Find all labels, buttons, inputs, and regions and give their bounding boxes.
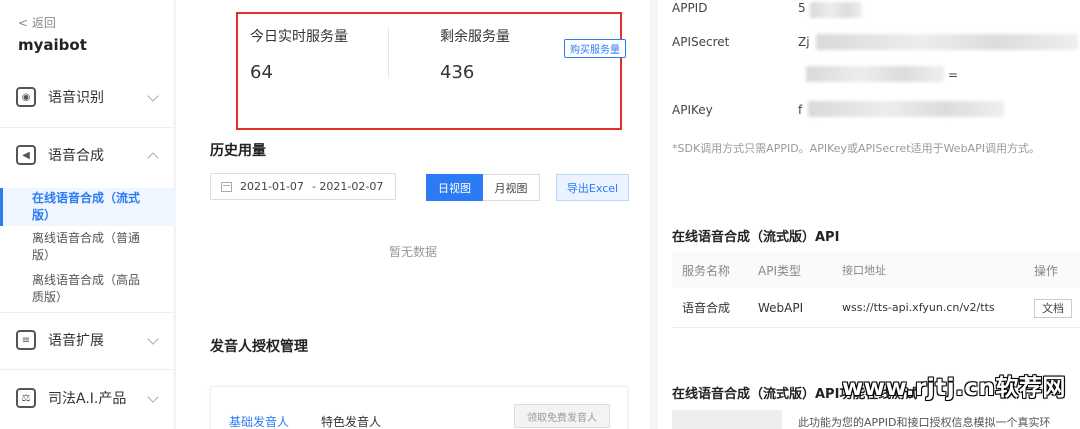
apisecret-value: Zj [798, 35, 810, 49]
speech-recognition-icon: ◉ [16, 87, 36, 107]
divider [0, 127, 175, 128]
history-title: 历史用量 [210, 143, 266, 159]
api-table: 服务名称 API类型 接口地址 操作 语音合成 WebAPI wss://tts… [672, 252, 1080, 328]
stat-remaining-value: 436 [440, 62, 475, 83]
sidebar-item-offline-tts-standard[interactable]: 离线语音合成（普通版） [0, 230, 175, 264]
stat-today: 今日实时服务量 64 [250, 26, 348, 83]
redaction-blur [806, 66, 944, 82]
nav-group-label: 语音扩展 [48, 333, 104, 349]
stats-box: 今日实时服务量 64 剩余服务量 436 购买服务量 [236, 12, 626, 130]
chevron-down-icon [147, 391, 159, 403]
chevron-down-icon [147, 90, 159, 102]
app-name: myaibot [18, 36, 87, 54]
stat-today-value: 64 [250, 62, 273, 83]
chevron-up-icon [147, 152, 159, 164]
date-range-picker[interactable]: 2021-01-07 - 2021-02-07 [210, 173, 396, 200]
sdk-note: *SDK调用方式只需APPID。APIKey或APISecret适用于WebAP… [672, 142, 1040, 155]
apikey-value: f [798, 103, 803, 117]
sidebar: < 返回 myaibot ◉ 语音识别 ◀ 语音合成 在线语音合成（流式版） 离… [0, 0, 175, 429]
sidebar-item-offline-tts-hq[interactable]: 离线语音合成（高品质版） [0, 272, 175, 306]
cell-api-type: WebAPI [758, 300, 804, 315]
date-start: 2021-01-07 [240, 180, 304, 193]
site-watermark: www.rjtj.cn软荐网 [842, 375, 1066, 401]
col-api-url: 接口地址 [842, 264, 886, 277]
view-toggle: 日视图 月视图 [426, 174, 540, 201]
nav-group-label: 语音识别 [48, 90, 104, 106]
stat-today-label: 今日实时服务量 [250, 29, 348, 45]
nav-group-label: 司法A.I.产品 [48, 391, 127, 407]
divider [0, 312, 175, 313]
claim-free-speaker-button[interactable]: 领取免费发音人 [514, 404, 610, 428]
empty-state: 暂无数据 [388, 245, 437, 259]
col-action: 操作 [1034, 263, 1059, 278]
apisecret-tail: = [948, 68, 959, 82]
redaction-blur [810, 2, 862, 18]
api-title: 在线语音合成（流式版）API [672, 230, 840, 245]
credentials-panel: APPID 5 APISecret Zj = APIKey f *SDK调用方式… [650, 0, 1080, 429]
back-link[interactable]: < 返回 [18, 14, 56, 31]
judicial-ai-icon: ⚖ [16, 388, 36, 408]
speech-synthesis-icon: ◀ [16, 145, 36, 165]
doc-button[interactable]: 文档 [1034, 298, 1072, 318]
chevron-down-icon [147, 333, 159, 345]
cell-api-url: wss://tts-api.xfyun.cn/v2/tts [842, 301, 995, 314]
redaction-blur [808, 101, 1004, 117]
month-view-button[interactable]: 月视图 [483, 174, 540, 201]
stat-separator [388, 28, 389, 78]
main-panel: 今日实时服务量 64 剩余服务量 436 购买服务量 历史用量 2021-01-… [176, 0, 650, 429]
col-api-type: API类型 [758, 263, 801, 278]
calendar-icon [221, 181, 232, 192]
speaker-card: 基础发音人 特色发音人 领取免费发音人 [210, 386, 628, 429]
speaker-title: 发音人授权管理 [210, 339, 308, 355]
nav-group-speech-synthesis[interactable]: ◀ 语音合成 [0, 132, 175, 178]
table-row: 语音合成 WebAPI wss://tts-api.xfyun.cn/v2/tt… [672, 288, 1080, 328]
date-end: - 2021-02-07 [311, 180, 384, 193]
speech-extension-icon: ≡ [16, 330, 36, 350]
divider [0, 369, 175, 370]
tab-basic-speaker[interactable]: 基础发音人 [229, 413, 289, 429]
stat-remaining: 剩余服务量 436 [440, 26, 510, 83]
export-excel-button[interactable]: 导出Excel [556, 174, 629, 201]
stat-remaining-label: 剩余服务量 [440, 29, 510, 45]
col-service-name: 服务名称 [682, 263, 731, 278]
cell-action: 文档 [1034, 298, 1080, 318]
appid-value: 5 [798, 1, 806, 15]
cell-service-name: 语音合成 [682, 301, 731, 315]
apikey-label: APIKey [672, 103, 713, 117]
tab-special-speaker[interactable]: 特色发音人 [321, 413, 381, 429]
sidebar-item-online-tts[interactable]: 在线语音合成（流式版） [0, 188, 175, 226]
test-preview-image [672, 410, 782, 429]
appid-label: APPID [672, 1, 708, 15]
nav-group-speech-recognition[interactable]: ◉ 语音识别 [0, 74, 175, 120]
test-description: 此功能为您的APPID和接口授权信息模拟一个真实环 [798, 416, 1051, 429]
api-table-header: 服务名称 API类型 接口地址 操作 [672, 252, 1080, 288]
buy-service-button[interactable]: 购买服务量 [564, 39, 626, 58]
nav-group-speech-extension[interactable]: ≡ 语音扩展 [0, 317, 175, 363]
redaction-blur [816, 34, 1078, 50]
day-view-button[interactable]: 日视图 [426, 174, 483, 201]
nav-group-label: 语音合成 [48, 148, 104, 164]
nav-group-judicial-ai[interactable]: ⚖ 司法A.I.产品 [0, 375, 175, 421]
apisecret-label: APISecret [672, 35, 730, 49]
